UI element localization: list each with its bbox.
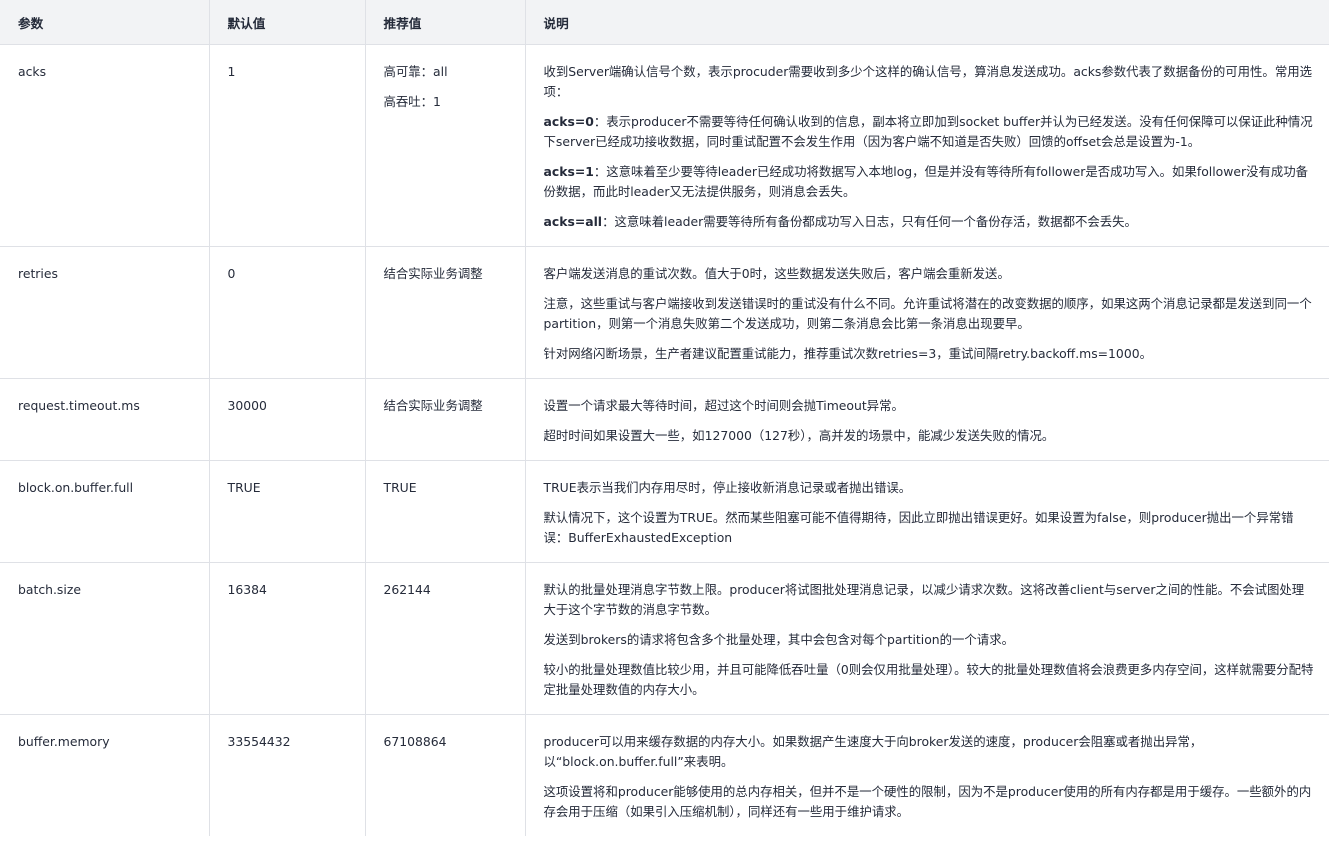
- description-cell: 设置一个请求最大等待时间，超过这个时间则会抛Timeout异常。 超时时间如果设…: [524, 378, 1329, 461]
- default-cell: 16384: [208, 562, 365, 715]
- table-row: batch.size 16384 262144 默认的批量处理消息字节数上限。p…: [0, 562, 1329, 715]
- table-row: acks 1 高可靠：all 高吞吐：1 收到Server端确认信号个数，表示p…: [0, 44, 1329, 247]
- parameter-table: 参数 默认值 推荐值 说明 acks 1 高可靠：all 高吞吐：1 收到Ser…: [0, 0, 1329, 836]
- description-paragraph: 发送到brokers的请求将包含多个批量处理，其中会包含对每个partition…: [543, 632, 1014, 647]
- description-paragraph: TRUE表示当我们内存用尽时，停止接收新消息记录或者抛出错误。: [543, 480, 912, 495]
- table-body: acks 1 高可靠：all 高吞吐：1 收到Server端确认信号个数，表示p…: [0, 44, 1329, 836]
- default-cell: 33554432: [208, 714, 365, 836]
- description-paragraph: acks=0：表示producer不需要等待任何确认收到的信息，副本将立即加到s…: [543, 114, 1313, 149]
- default-cell: 1: [208, 44, 365, 247]
- description-paragraph: 收到Server端确认信号个数，表示procuder需要收到多少个这样的确认信号…: [543, 64, 1313, 99]
- header-recommended: 推荐值: [364, 0, 525, 45]
- recommended-value: 67108864: [383, 734, 447, 749]
- recommended-value: 高可靠：all: [383, 64, 448, 79]
- table-row: block.on.buffer.full TRUE TRUE TRUE表示当我们…: [0, 460, 1329, 563]
- header-row: 参数 默认值 推荐值 说明: [0, 0, 1329, 45]
- header-description: 说明: [524, 0, 1329, 45]
- param-cell: acks: [0, 44, 209, 247]
- description-paragraph: 较小的批量处理数值比较少用，并且可能降低吞吐量（0则会仅用批量处理）。较大的批量…: [543, 662, 1314, 697]
- table-row: retries 0 结合实际业务调整 客户端发送消息的重试次数。值大于0时，这些…: [0, 246, 1329, 379]
- description-cell: 默认的批量处理消息字节数上限。producer将试图批处理消息记录，以减少请求次…: [524, 562, 1329, 715]
- header-param: 参数: [0, 0, 209, 45]
- recommended-value: 结合实际业务调整: [383, 266, 483, 281]
- default-cell: TRUE: [208, 460, 365, 563]
- param-cell: request.timeout.ms: [0, 378, 209, 461]
- table-row: buffer.memory 33554432 67108864 producer…: [0, 714, 1329, 836]
- recommended-cell: 结合实际业务调整: [364, 246, 525, 379]
- recommended-value: 高吞吐：1: [383, 94, 441, 109]
- description-cell: producer可以用来缓存数据的内存大小。如果数据产生速度大于向broker发…: [524, 714, 1329, 836]
- recommended-cell: 高可靠：all 高吞吐：1: [364, 44, 525, 247]
- description-paragraph: acks=1：这意味着至少要等待leader已经成功将数据写入本地log，但是并…: [543, 164, 1309, 199]
- default-cell: 30000: [208, 378, 365, 461]
- description-paragraph: acks=all：这意味着leader需要等待所有备份都成功写入日志，只有任何一…: [543, 214, 1137, 229]
- description-paragraph: 默认的批量处理消息字节数上限。producer将试图批处理消息记录，以减少请求次…: [543, 582, 1305, 617]
- description-paragraph: 默认情况下，这个设置为TRUE。然而某些阻塞可能不值得期待，因此立即抛出错误更好…: [543, 510, 1294, 545]
- recommended-cell: TRUE: [364, 460, 525, 563]
- option-key: acks=0: [543, 114, 594, 129]
- recommended-cell: 262144: [364, 562, 525, 715]
- option-key: acks=1: [543, 164, 594, 179]
- description-paragraph: 超时时间如果设置大一些，如127000（127秒），高并发的场景中，能减少发送失…: [543, 428, 1055, 443]
- description-paragraph: 这项设置将和producer能够使用的总内存相关，但并不是一个硬性的限制，因为不…: [543, 784, 1312, 819]
- recommended-value: 262144: [383, 582, 431, 597]
- description-paragraph: 注意，这些重试与客户端接收到发送错误时的重试没有什么不同。允许重试将潜在的改变数…: [543, 296, 1312, 331]
- description-paragraph: producer可以用来缓存数据的内存大小。如果数据产生速度大于向broker发…: [543, 734, 1203, 769]
- header-default: 默认值: [208, 0, 365, 45]
- param-cell: block.on.buffer.full: [0, 460, 209, 563]
- description-cell: 收到Server端确认信号个数，表示procuder需要收到多少个这样的确认信号…: [524, 44, 1329, 247]
- param-cell: buffer.memory: [0, 714, 209, 836]
- description-paragraph: 针对网络闪断场景，生产者建议配置重试能力，推荐重试次数retries=3，重试间…: [543, 346, 1152, 361]
- table-row: request.timeout.ms 30000 结合实际业务调整 设置一个请求…: [0, 378, 1329, 461]
- recommended-value: 结合实际业务调整: [383, 398, 483, 413]
- param-cell: batch.size: [0, 562, 209, 715]
- param-cell: retries: [0, 246, 209, 379]
- description-cell: TRUE表示当我们内存用尽时，停止接收新消息记录或者抛出错误。 默认情况下，这个…: [524, 460, 1329, 563]
- recommended-value: TRUE: [383, 480, 417, 495]
- recommended-cell: 结合实际业务调整: [364, 378, 525, 461]
- recommended-cell: 67108864: [364, 714, 525, 836]
- description-paragraph: 客户端发送消息的重试次数。值大于0时，这些数据发送失败后，客户端会重新发送。: [543, 266, 1010, 281]
- default-cell: 0: [208, 246, 365, 379]
- option-key: acks=all: [543, 214, 603, 229]
- table-header: 参数 默认值 推荐值 说明: [0, 0, 1329, 45]
- description-cell: 客户端发送消息的重试次数。值大于0时，这些数据发送失败后，客户端会重新发送。 注…: [524, 246, 1329, 379]
- description-paragraph: 设置一个请求最大等待时间，超过这个时间则会抛Timeout异常。: [543, 398, 904, 413]
